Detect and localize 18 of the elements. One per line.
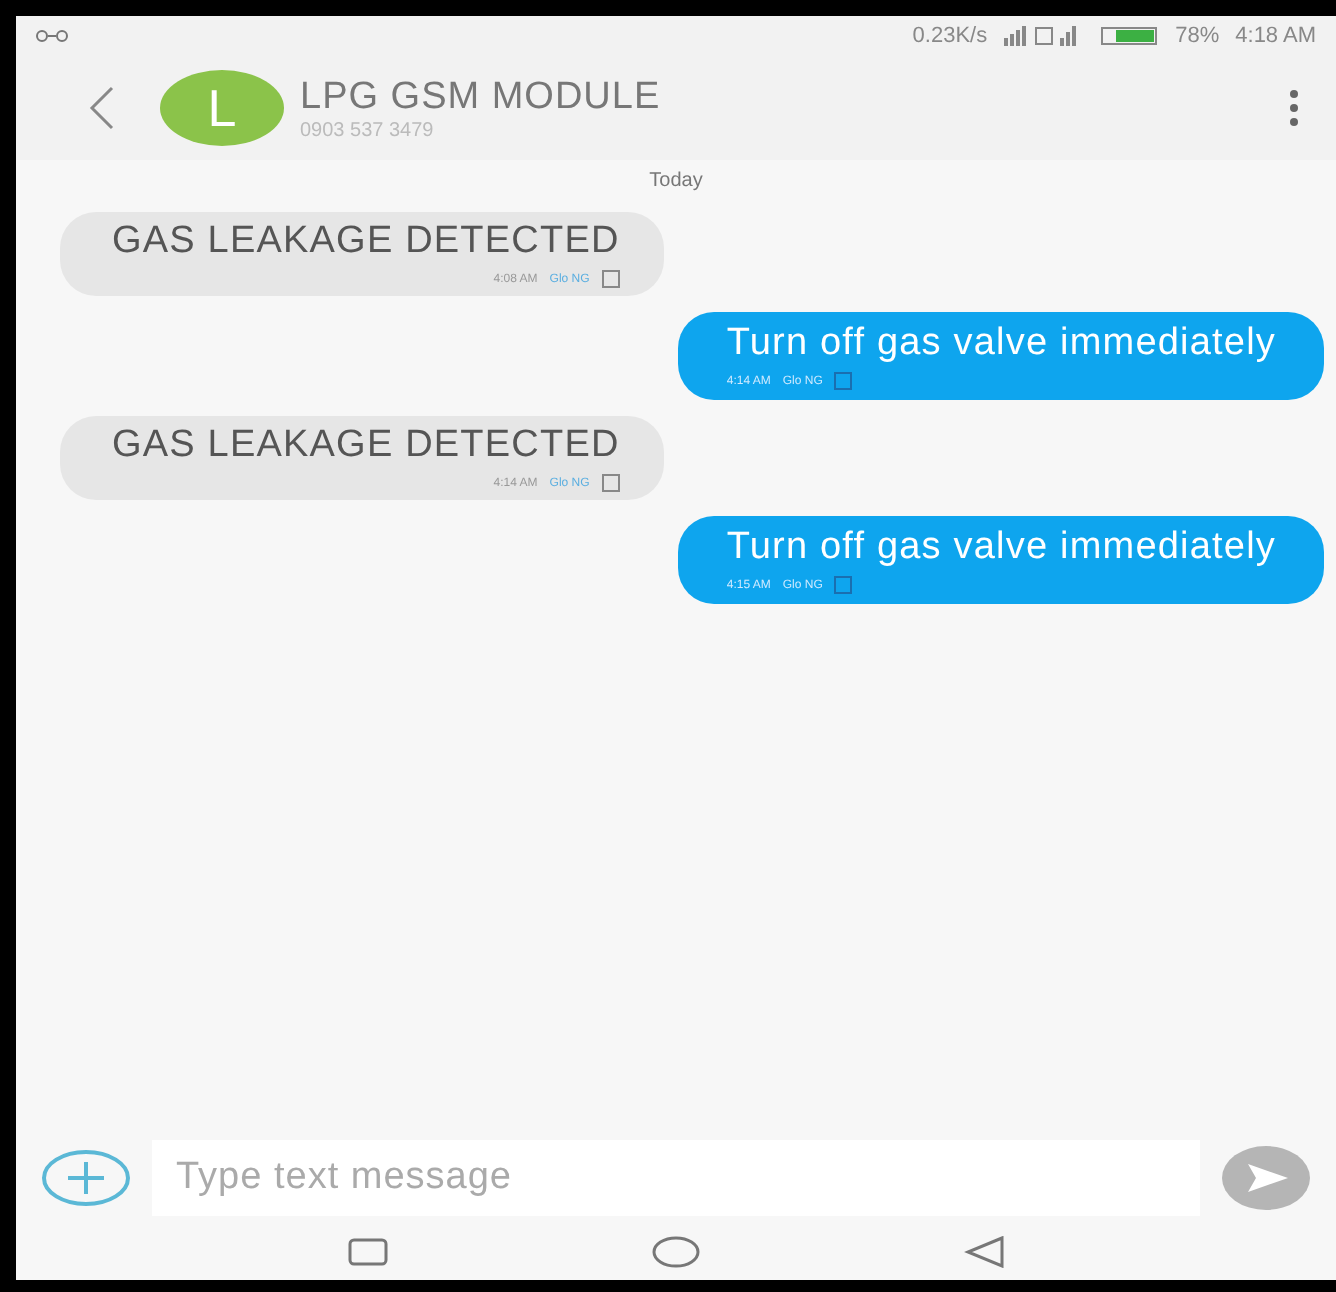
network-speed: 0.23K/s bbox=[912, 24, 988, 48]
back-nav-icon[interactable] bbox=[964, 1236, 1004, 1268]
battery-percentage: 78% bbox=[1175, 24, 1220, 48]
recent-apps-icon[interactable] bbox=[348, 1238, 388, 1266]
message-input[interactable]: Type text message bbox=[152, 1140, 1200, 1216]
home-icon[interactable] bbox=[652, 1236, 700, 1268]
message-text: GAS LEAKAGE DETECTED bbox=[112, 220, 620, 264]
back-icon[interactable] bbox=[88, 86, 116, 130]
message-text: Turn off gas valve immediately bbox=[726, 322, 1276, 366]
battery-icon bbox=[1099, 26, 1160, 46]
clock: 4:18 AM bbox=[1235, 24, 1316, 48]
add-attachment-icon[interactable] bbox=[40, 1148, 132, 1208]
more-options-icon[interactable] bbox=[1288, 88, 1300, 128]
message-text: Turn off gas valve immediately bbox=[726, 526, 1276, 570]
message-text: GAS LEAKAGE DETECTED bbox=[112, 424, 620, 468]
contact-name: LPG GSM MODULE bbox=[300, 75, 661, 119]
date-divider: Today bbox=[649, 170, 703, 192]
contact-avatar: L bbox=[160, 70, 284, 146]
